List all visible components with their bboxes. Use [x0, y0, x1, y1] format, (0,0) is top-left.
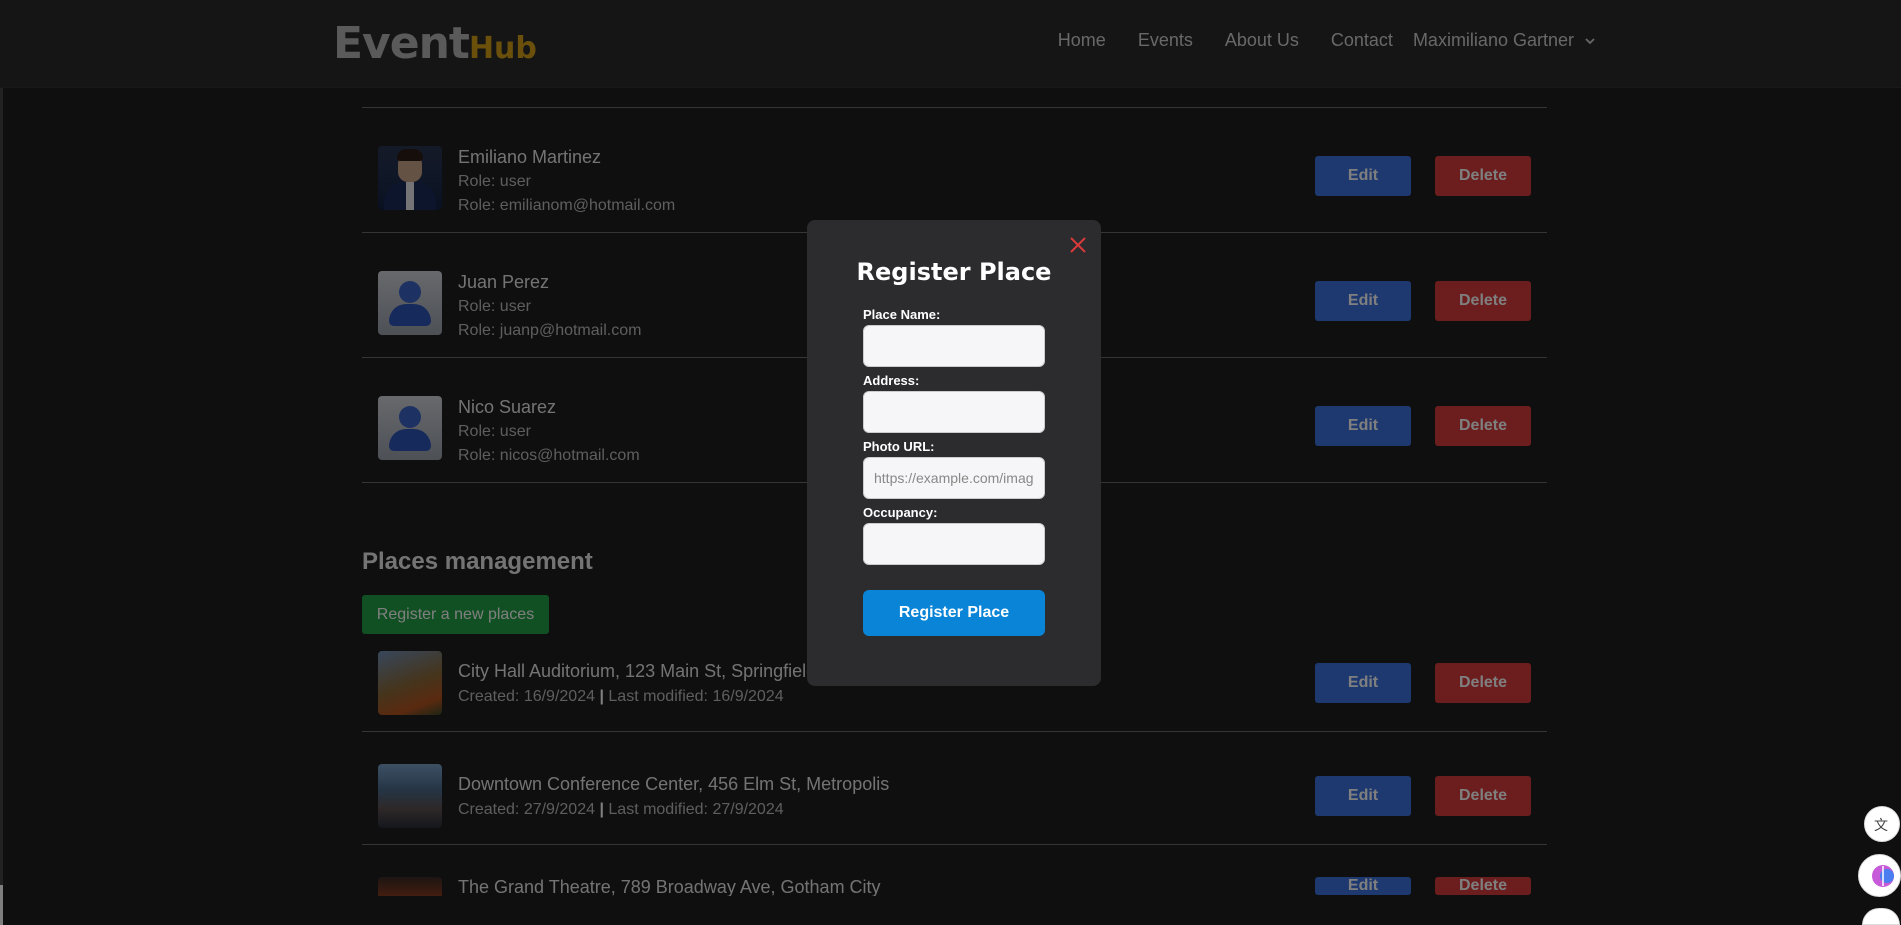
address-input[interactable]	[863, 391, 1045, 433]
translate-icon[interactable]: 文	[1864, 806, 1900, 842]
register-place-submit-button[interactable]: Register Place	[863, 590, 1045, 636]
register-place-modal: Register Place Place Name: Address: Phot…	[807, 220, 1101, 686]
place-name-input[interactable]	[863, 325, 1045, 367]
photo-url-input[interactable]	[863, 457, 1045, 499]
occupancy-input[interactable]	[863, 523, 1045, 565]
occupancy-label: Occupancy:	[863, 505, 938, 520]
photo-url-label: Photo URL:	[863, 439, 935, 454]
ai-brain-icon[interactable]	[1858, 854, 1901, 897]
address-label: Address:	[863, 373, 920, 388]
svg-text:文: 文	[1874, 818, 1888, 834]
modal-title: Register Place	[856, 258, 1052, 286]
place-name-label: Place Name:	[863, 307, 941, 322]
close-icon[interactable]	[1069, 236, 1087, 254]
